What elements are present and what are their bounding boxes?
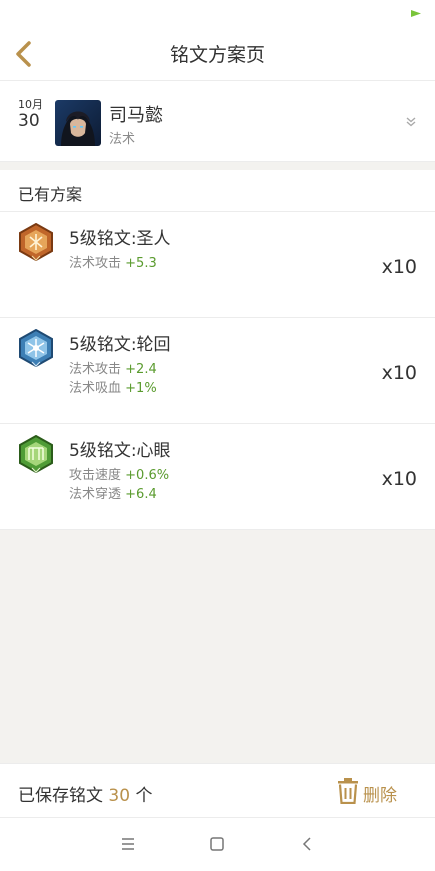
expand-down-icon[interactable] [405, 115, 417, 127]
date-month: 10月 [18, 98, 43, 111]
rune-attribute: 法术攻击 +2.4 [69, 358, 157, 377]
rune-item[interactable]: 5级铭文:心眼 攻击速度 +0.6% 法术穿透 +6.4 x10 [0, 424, 435, 530]
section-title: 已有方案 [18, 185, 83, 204]
hero-card[interactable]: 10月 30 司马懿 法术 [0, 81, 435, 162]
rune-item[interactable]: 5级铭文:圣人 法术攻击 +5.3 x10 [0, 212, 435, 318]
saved-count: 30 [108, 786, 131, 806]
attr-label: 法术攻击 [69, 256, 122, 271]
date-day: 30 [18, 111, 40, 131]
attr-value: +0.6% [125, 468, 170, 483]
rune-attribute: 法术穿透 +6.4 [69, 483, 157, 502]
hero-role: 法术 [109, 132, 136, 147]
page-title: 铭文方案页 [169, 44, 265, 66]
rune-attribute: 法术吸血 +1% [69, 377, 157, 396]
attr-value: +2.4 [125, 362, 157, 377]
date-stamp: 10月 30 [18, 98, 48, 132]
attr-label: 法术吸血 [69, 381, 122, 396]
rune-item[interactable]: 5级铭文:轮回 法术攻击 +2.4 法术吸血 +1% x10 [0, 318, 435, 424]
attr-label: 法术攻击 [69, 362, 122, 377]
top-bar: 铭文方案页 [0, 26, 435, 81]
rune-name: 5级铭文:心眼 [69, 441, 171, 461]
saved-count-text: 已保存铭文 30 个 [18, 781, 152, 806]
hero-avatar [55, 100, 101, 146]
bottom-action-bar: 已保存铭文 30 个 删除 [0, 763, 435, 818]
rune-eye-icon [19, 435, 53, 473]
home-icon[interactable] [207, 834, 227, 854]
rune-cycle-icon [19, 329, 53, 367]
system-nav-bar [0, 817, 435, 871]
battery-icon [411, 10, 421, 17]
menu-icon[interactable] [118, 834, 138, 854]
rune-name: 5级铭文:轮回 [69, 335, 171, 355]
hero-name: 司马懿 [109, 105, 163, 126]
rune-saint-icon [19, 223, 53, 261]
attr-label: 攻击速度 [69, 468, 122, 483]
attr-value: +6.4 [125, 487, 157, 502]
rune-count: x10 [381, 256, 417, 278]
rune-name: 5级铭文:圣人 [69, 229, 171, 249]
attr-label: 法术穿透 [69, 487, 122, 502]
rune-count: x10 [381, 468, 417, 490]
attr-value: +1% [125, 381, 157, 396]
status-bar [0, 0, 435, 26]
back-icon[interactable] [298, 834, 318, 854]
trash-icon [338, 778, 358, 804]
rune-attribute: 攻击速度 +0.6% [69, 464, 169, 483]
delete-label: 删除 [363, 786, 397, 806]
rune-attribute: 法术攻击 +5.3 [69, 252, 157, 271]
attr-value: +5.3 [125, 256, 157, 271]
saved-prefix: 已保存铭文 [18, 786, 103, 806]
rune-count: x10 [381, 362, 417, 384]
saved-unit: 个 [135, 786, 153, 806]
delete-button[interactable]: 删除 [337, 778, 417, 806]
